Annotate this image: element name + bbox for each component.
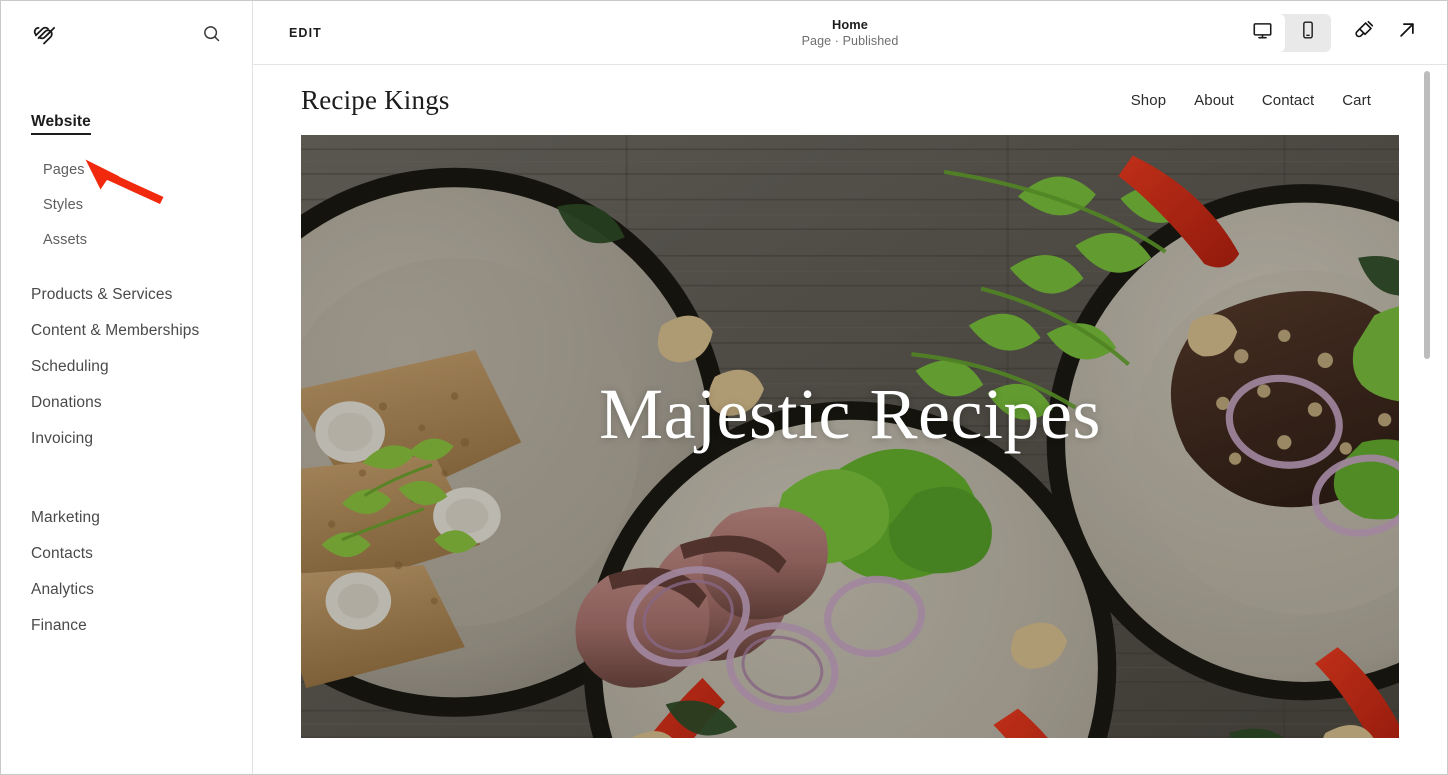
sidebar-section-website-label: Website [31, 113, 91, 135]
hero-banner: Majestic Recipes [301, 135, 1399, 738]
top-toolbar: EDIT Home Page · Published [253, 1, 1447, 65]
sidebar-item-assets[interactable]: Assets [1, 223, 252, 258]
page-status: Page · Published [801, 34, 899, 48]
open-site-button[interactable] [1385, 13, 1429, 53]
sidebar-header [1, 1, 252, 65]
site-nav-about[interactable]: About [1194, 92, 1234, 109]
sidebar: Website Pages Styles Assets Products & S… [1, 1, 253, 774]
site-nav-shop[interactable]: Shop [1131, 92, 1166, 109]
page-title: Home [832, 17, 868, 32]
site-styles-button[interactable] [1341, 13, 1385, 53]
site-header: Recipe Kings Shop About Contact Cart [253, 65, 1447, 135]
sidebar-item-products-services[interactable]: Products & Services [1, 277, 252, 313]
site-preview: Recipe Kings Shop About Contact Cart Maj… [253, 65, 1447, 774]
mobile-view-button[interactable] [1285, 14, 1331, 52]
site-nav-contact[interactable]: Contact [1262, 92, 1314, 109]
sidebar-subnav: Pages Styles Assets [1, 153, 252, 258]
preview-scrollbar-thumb[interactable] [1424, 71, 1430, 359]
site-title[interactable]: Recipe Kings [301, 85, 450, 116]
desktop-icon [1252, 20, 1273, 46]
squarespace-logo-icon[interactable] [31, 19, 59, 47]
edit-button[interactable]: EDIT [289, 26, 322, 40]
sidebar-nav: Website Pages Styles Assets Products & S… [1, 113, 252, 644]
sidebar-item-scheduling[interactable]: Scheduling [1, 349, 252, 385]
toolbar-actions [1239, 13, 1429, 53]
sidebar-primary-group: Products & Services Content & Membership… [1, 277, 252, 457]
paintbrush-icon [1352, 19, 1375, 47]
search-icon[interactable] [198, 20, 224, 46]
external-link-icon [1396, 19, 1418, 46]
sidebar-item-marketing[interactable]: Marketing [1, 500, 252, 536]
sidebar-section-website[interactable]: Website [1, 113, 252, 135]
sidebar-item-content-memberships[interactable]: Content & Memberships [1, 313, 252, 349]
mobile-icon [1298, 20, 1318, 45]
site-nav: Shop About Contact Cart [1131, 92, 1371, 109]
site-nav-cart[interactable]: Cart [1342, 92, 1371, 109]
site-canvas: Recipe Kings Shop About Contact Cart Maj… [253, 65, 1447, 774]
sidebar-item-finance[interactable]: Finance [1, 608, 252, 644]
device-toggle [1239, 13, 1331, 52]
sidebar-item-styles[interactable]: Styles [1, 188, 252, 223]
sidebar-item-donations[interactable]: Donations [1, 385, 252, 421]
sidebar-item-analytics[interactable]: Analytics [1, 572, 252, 608]
squarespace-app-window: Website Pages Styles Assets Products & S… [0, 0, 1448, 775]
preview-scrollbar-track[interactable] [1424, 65, 1439, 774]
sidebar-item-pages[interactable]: Pages [1, 153, 252, 188]
main-panel: EDIT Home Page · Published Recipe Kings … [253, 1, 1447, 774]
desktop-view-button[interactable] [1239, 13, 1285, 52]
sidebar-secondary-group: Marketing Contacts Analytics Finance [1, 500, 252, 644]
sidebar-item-invoicing[interactable]: Invoicing [1, 421, 252, 457]
hero-heading: Majestic Recipes [599, 374, 1101, 454]
sidebar-item-contacts[interactable]: Contacts [1, 536, 252, 572]
